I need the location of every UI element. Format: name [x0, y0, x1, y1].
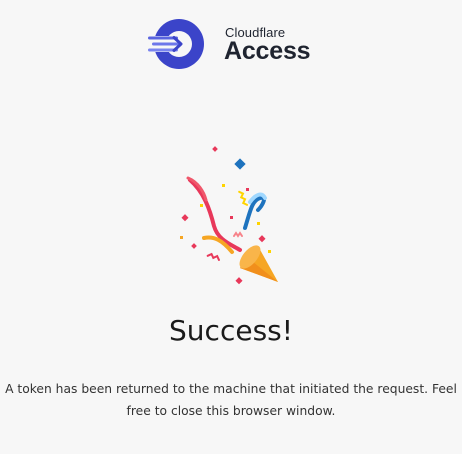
success-message-line2: free to close this browser window. [126, 404, 336, 418]
brand-logo: Cloudflare Access [146, 17, 321, 71]
success-message: A token has been returned to the machine… [0, 378, 462, 422]
access-success-page: Cloudflare Access Success! A token has b [0, 0, 462, 454]
party-popper-icon [180, 146, 278, 285]
success-message-line1: A token has been returned to the machine… [5, 382, 457, 396]
success-title: Success! [169, 314, 293, 347]
cloudflare-access-logo-icon [146, 19, 204, 69]
brand-name-line2: Access [224, 37, 311, 65]
